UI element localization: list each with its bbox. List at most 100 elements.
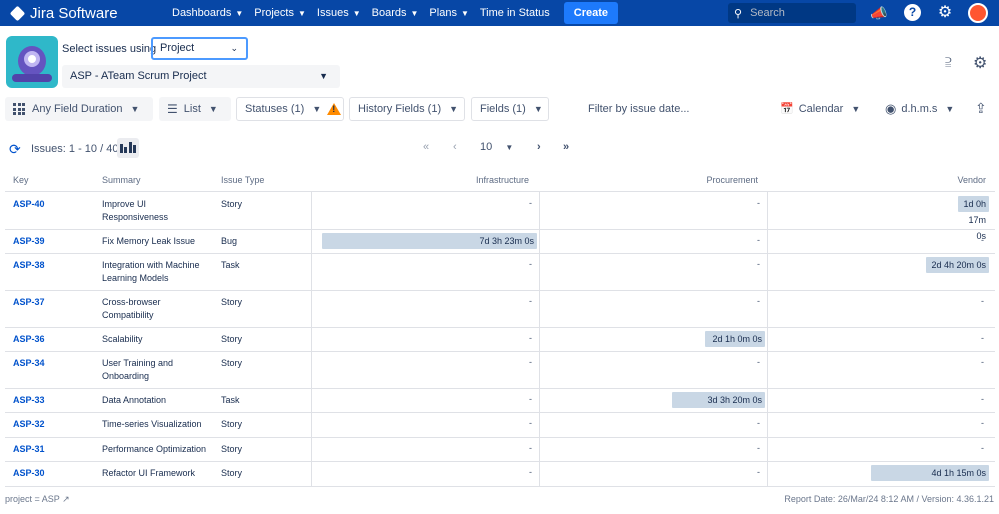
issue-type: Story [221,334,243,344]
issue-key-link[interactable]: ASP-39 [13,235,45,248]
view-dropdown[interactable]: ☰ List ▼ [159,97,231,121]
issue-summary: Data Annotation [102,395,167,405]
export-icon[interactable]: ⇪ [975,100,987,117]
empty-duration: - [529,333,532,343]
view-label: List [183,103,201,115]
refresh-icon[interactable]: ⟳ [9,141,21,158]
empty-duration: - [981,235,984,245]
chevron-down-icon: ▼ [352,8,361,18]
jira-logo[interactable]: Jira Software [9,4,152,22]
issue-type: Story [221,297,243,307]
history-fields-dropdown[interactable]: History Fields (1) ▼ [349,97,465,121]
grid-icon [13,103,25,115]
issue-key-link[interactable]: ASP-34 [13,357,45,370]
empty-duration: - [981,357,984,367]
issue-summary: Scalability [102,334,143,344]
calendar-dropdown[interactable]: 📅 Calendar ▼ [772,97,868,121]
chevron-down-icon: ▼ [208,104,218,114]
table-header-divider [5,191,995,192]
col-issue-type[interactable]: Issue Type [221,175,264,185]
issue-key-link[interactable]: ASP-36 [13,333,45,346]
duration-bar: 7d 3h 23m 0s [322,233,537,249]
nav-issues[interactable]: Issues ▼ [317,7,361,19]
empty-duration: - [757,418,760,428]
chevron-down-icon: ▼ [235,8,244,18]
empty-duration: - [981,418,984,428]
duration-dropdown[interactable]: Any Field Duration ▼ [5,97,153,121]
user-avatar[interactable] [968,3,988,23]
nav-plans[interactable]: Plans ▼ [429,7,468,19]
empty-duration: - [757,259,760,269]
search-icon: ⚲ [734,7,743,20]
issue-key-link[interactable]: ASP-30 [13,467,45,480]
empty-duration: - [757,443,760,453]
search-input[interactable]: ⚲ Search [728,3,856,23]
prev-page-icon[interactable]: ‹ [453,141,457,153]
help-icon[interactable]: ? [904,4,921,21]
calendar-icon: 📅 [780,103,794,115]
nav-projects[interactable]: Projects ▼ [254,7,306,19]
issue-summary: User Training and Onboarding [102,358,174,381]
chevron-down-icon: ▼ [449,104,459,114]
nav-time-in-status[interactable]: Time in Status [480,7,550,19]
last-page-icon[interactable]: » [563,141,569,153]
first-page-icon[interactable]: « [423,141,429,153]
empty-duration: - [529,467,532,477]
gear-icon[interactable]: ⚙ [973,53,987,73]
nav-boards[interactable]: Boards ▼ [372,7,419,19]
issue-key-link[interactable]: ASP-32 [13,418,45,431]
issues-count: Issues: 1 - 10 / 40 [31,143,119,155]
fields-dropdown[interactable]: Fields (1) ▼ [471,97,549,121]
col-infrastructure[interactable]: Infrastructure [312,175,529,185]
empty-duration: - [529,418,532,428]
jql-query[interactable]: project = ASP ↗ [5,494,70,505]
settings-gear-icon[interactable]: ⚙ [935,3,955,23]
format-dropdown[interactable]: ◉ d.h.m.s ▼ [877,97,962,121]
issue-type: Story [221,358,243,368]
chevron-down-icon: ▼ [505,143,514,152]
issue-key-link[interactable]: ASP-40 [13,198,45,211]
warning-icon [327,103,342,115]
chevron-down-icon: ▼ [460,8,469,18]
issue-type: Task [221,395,240,405]
next-page-icon[interactable]: › [537,141,541,153]
empty-duration: - [529,259,532,269]
empty-duration: - [529,296,532,306]
duration-label: Any Field Duration [32,103,123,115]
col-key[interactable]: Key [13,175,29,185]
page-size-dropdown[interactable]: 10 ▼ [480,141,513,153]
col-vendor[interactable]: Vendor [767,175,986,185]
issue-key-link[interactable]: ASP-37 [13,296,45,309]
nav-projects-label: Projects [254,7,294,19]
issue-key-link[interactable]: ASP-33 [13,394,45,407]
row-divider [5,253,995,254]
nav-dashboards[interactable]: Dashboards ▼ [172,7,243,19]
issue-key-link[interactable]: ASP-38 [13,259,45,272]
statuses-dropdown[interactable]: Statuses (1) ▼ [236,97,344,121]
eye-icon: ◉ [885,101,897,116]
page-size-value: 10 [480,141,493,153]
select-mode-dropdown[interactable]: Project ⌄ [151,37,248,60]
empty-duration: - [757,235,760,245]
chevron-down-icon: ▼ [410,8,419,18]
col-procurement[interactable]: Procurement [540,175,758,185]
empty-duration: - [529,357,532,367]
notifications-megaphone-icon[interactable]: 📣 [869,3,889,23]
filter-date-button[interactable]: Filter by issue date... [580,97,698,121]
row-divider [5,461,995,462]
external-link-icon: ↗ [62,494,70,504]
chart-icon[interactable] [117,138,139,158]
select-mode-value: Project [160,42,195,54]
project-dropdown[interactable]: ASP - ATeam Scrum Project ▼ [62,65,340,88]
duration-bar: 3d 3h 20m 0s [672,392,765,408]
product-name: Jira Software [30,4,118,22]
share-icon[interactable]: ⫆ [945,54,952,71]
row-divider [5,327,995,328]
empty-duration: - [757,198,760,208]
report-info: Report Date: 26/Mar/24 8:12 AM / Version… [784,494,994,504]
issue-key-link[interactable]: ASP-31 [13,443,45,456]
col-summary[interactable]: Summary [102,175,141,185]
create-button[interactable]: Create [563,2,619,24]
issue-type: Story [221,419,243,429]
empty-duration: - [529,443,532,453]
